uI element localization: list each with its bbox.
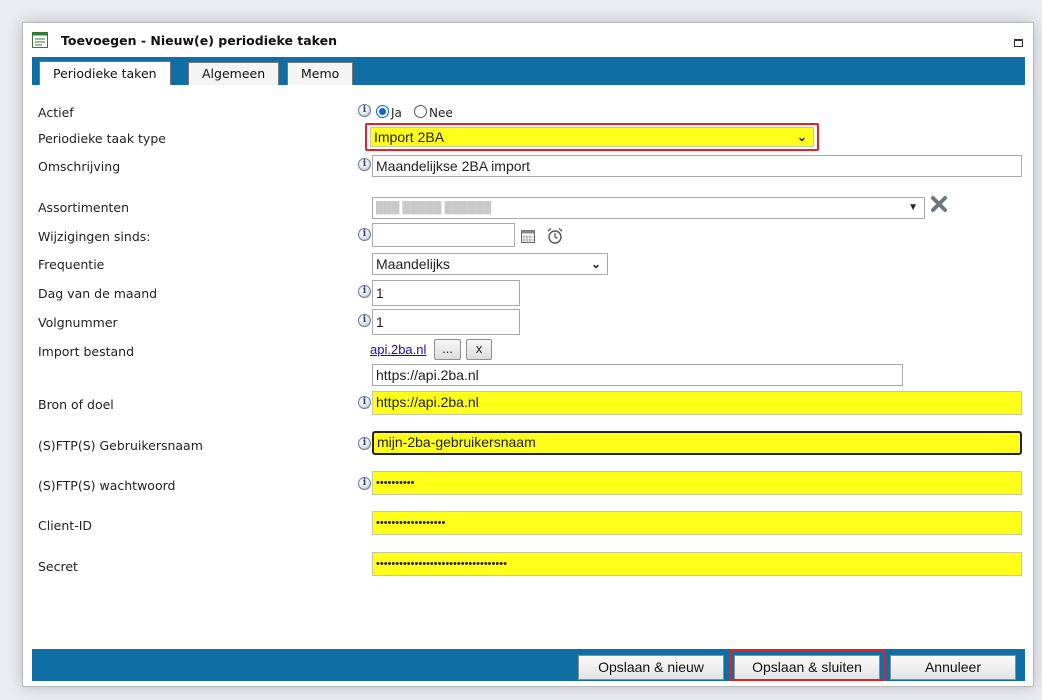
label-import-bestand: Import bestand	[38, 344, 135, 359]
wachtwoord-input[interactable]: ••••••••••	[372, 471, 1022, 495]
secret-input[interactable]: ••••••••••••••••••••••••••••••••••	[372, 552, 1022, 576]
gebruiker-input[interactable]: mijn-2ba-gebruikersnaam	[372, 431, 1022, 455]
tab-periodieke-taken[interactable]: Periodieke taken	[39, 61, 171, 85]
info-icon[interactable]: i	[358, 314, 371, 327]
maximize-icon[interactable]	[1014, 39, 1023, 47]
dag-input[interactable]: 1	[372, 280, 520, 306]
label-dag: Dag van de maand	[38, 286, 158, 301]
label-bron: Bron of doel	[38, 397, 114, 412]
form-icon	[32, 32, 48, 48]
label-wijzigingen: Wijzigingen sinds:	[38, 229, 151, 244]
assortimenten-select[interactable]: ███ █████ ██████ ▼	[372, 197, 925, 219]
info-icon[interactable]: i	[358, 104, 371, 117]
label-gebruiker: (S)FTP(S) Gebruikersnaam	[38, 438, 203, 453]
label-frequentie: Frequentie	[38, 257, 105, 272]
chevron-down-icon: ⌄	[590, 257, 601, 271]
volgnummer-input[interactable]: 1	[372, 309, 520, 335]
info-icon[interactable]: i	[358, 158, 371, 171]
annotation-highlight	[365, 123, 819, 151]
bron-input[interactable]: https://api.2ba.nl	[372, 391, 1022, 415]
label-client-id: Client-ID	[38, 518, 93, 533]
tab-memo[interactable]: Memo	[287, 62, 354, 85]
footer-bar: Opslaan & nieuw Opslaan & sluiten Annule…	[32, 649, 1025, 681]
form-panel: Actief i Ja Nee Periodieke taak type Imp…	[32, 85, 1025, 649]
info-icon[interactable]: i	[358, 228, 371, 241]
annotation-highlight	[729, 650, 885, 681]
omschrijving-input[interactable]: Maandelijkse 2BA import	[372, 155, 1022, 177]
label-wachtwoord: (S)FTP(S) wachtwoord	[38, 478, 176, 493]
label-omschrijving: Omschrijving	[38, 159, 121, 174]
label-taak-type: Periodieke taak type	[38, 131, 166, 146]
tab-bar: Periodieke taken Algemeen Memo	[32, 57, 1025, 85]
info-icon[interactable]: i	[358, 477, 371, 490]
radio-ja[interactable]	[376, 105, 389, 118]
radio-nee-label: Nee	[429, 106, 453, 120]
window-title: Toevoegen - Nieuw(e) periodieke taken	[61, 33, 338, 48]
label-actief: Actief	[38, 105, 74, 120]
remove-x-icon[interactable]	[930, 195, 948, 213]
import-bestand-input[interactable]: https://api.2ba.nl	[372, 364, 903, 386]
label-volgnummer: Volgnummer	[38, 315, 118, 330]
client-id-input[interactable]: ••••••••••••••••••	[372, 511, 1022, 535]
info-icon[interactable]: i	[358, 396, 371, 409]
info-icon[interactable]: i	[358, 285, 371, 298]
info-icon[interactable]: i	[358, 437, 371, 450]
radio-ja-label: Ja	[391, 106, 402, 120]
dropdown-arrow-icon: ▼	[908, 202, 918, 213]
tab-algemeen[interactable]: Algemeen	[188, 62, 280, 85]
frequentie-value: Maandelijks	[376, 256, 450, 272]
radio-nee[interactable]	[414, 105, 427, 118]
assortimenten-value: ███ █████ ██████	[376, 202, 492, 214]
dialog-window: Toevoegen - Nieuw(e) periodieke taken Pe…	[22, 22, 1034, 687]
label-assortimenten: Assortimenten	[38, 200, 130, 215]
calendar-icon[interactable]	[521, 230, 535, 243]
clear-file-button[interactable]: x	[466, 339, 492, 360]
alarm-clock-icon[interactable]	[546, 227, 564, 245]
browse-button[interactable]: ...	[434, 339, 461, 360]
frequentie-select[interactable]: Maandelijks ⌄	[372, 253, 608, 275]
label-secret: Secret	[38, 559, 78, 574]
import-bestand-link[interactable]: api.2ba.nl	[370, 342, 426, 357]
save-new-button[interactable]: Opslaan & nieuw	[578, 655, 724, 680]
cancel-button[interactable]: Annuleer	[890, 655, 1016, 680]
title-bar: Toevoegen - Nieuw(e) periodieke taken	[23, 23, 1033, 57]
wijzigingen-date-input[interactable]	[372, 223, 515, 247]
